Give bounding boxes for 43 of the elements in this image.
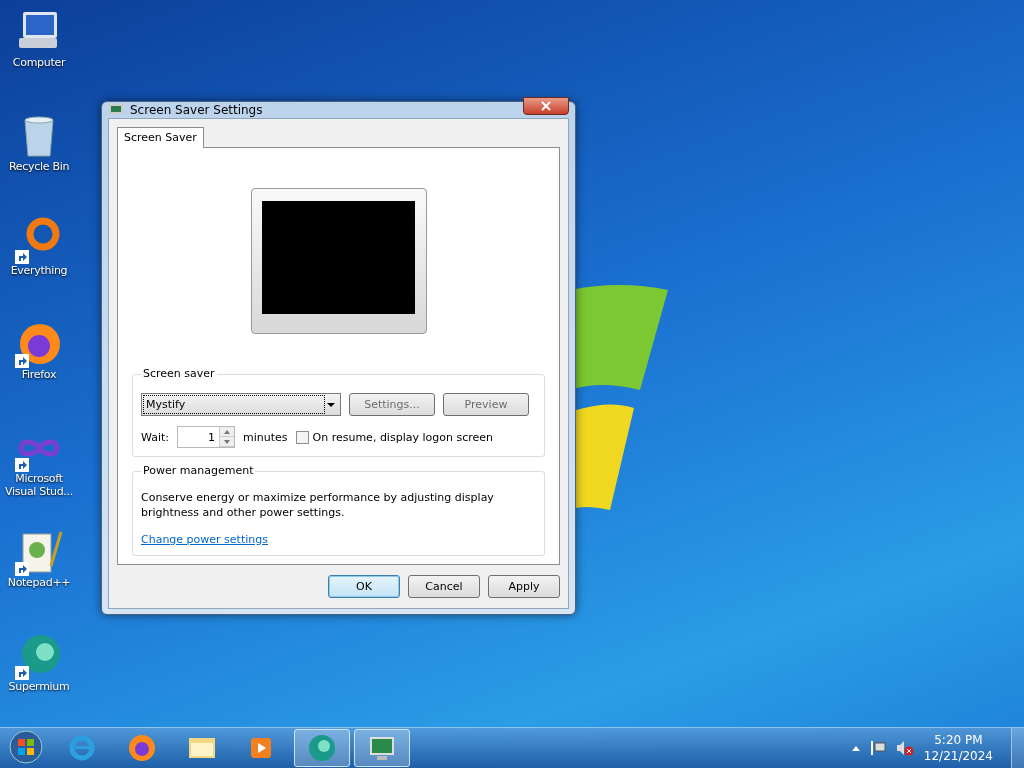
desktop-icon-label[interactable]: Firefox — [21, 368, 57, 381]
power-settings-link[interactable]: Change power settings — [141, 533, 268, 546]
network-tray-icon[interactable] — [869, 740, 886, 756]
desktop-icon-label[interactable]: Microsoft Visual Stud... — [0, 472, 78, 498]
browser-e-icon — [67, 733, 97, 763]
clock[interactable]: 5:20 PM 12/21/2024 — [923, 732, 993, 764]
group-legend: Screen saver — [141, 367, 217, 380]
group-legend: Power management — [141, 464, 256, 477]
supermium-icon — [307, 733, 337, 763]
desktop-icon-label[interactable]: Everything — [10, 264, 68, 277]
close-icon — [541, 101, 551, 111]
volume-muted-icon[interactable] — [895, 740, 914, 756]
windows-orb-icon — [8, 729, 44, 765]
dialog-button[interactable]: Apply — [488, 575, 560, 598]
settings-button[interactable]: Settings... — [349, 393, 435, 416]
taskbar-button[interactable] — [354, 729, 410, 767]
minutes-label: minutes — [243, 430, 288, 444]
up-caret-icon — [851, 745, 860, 751]
wait-spinner[interactable]: 1 — [177, 426, 235, 448]
power-description: Conserve energy or maximize performance by adjusting display brightness and other power settings. — [141, 490, 495, 520]
desktop-icon-label[interactable]: Recycle Bin — [8, 160, 70, 173]
desktop-icon-label[interactable]: Computer — [12, 56, 66, 69]
show-desktop-button[interactable] — [1011, 728, 1024, 768]
close-button[interactable] — [523, 97, 569, 115]
wait-label: Wait: — [141, 430, 169, 444]
preview-button[interactable]: Preview — [443, 393, 529, 416]
dialog-button[interactable]: OK — [328, 575, 400, 598]
dialog-button[interactable]: Cancel — [408, 575, 480, 598]
screen-saver-dropdown[interactable]: Mystify — [141, 393, 341, 416]
fox-globe-icon — [127, 733, 157, 763]
desktop-icon-label[interactable]: Supermium — [8, 680, 70, 693]
tab[interactable]: Screen Saver — [117, 127, 204, 148]
spin-down-button[interactable] — [220, 437, 234, 447]
checkbox-label: On resume, display logon screen — [312, 430, 493, 444]
desktop-icon-label[interactable]: Notepad++ — [7, 576, 71, 589]
taskbar-button[interactable] — [294, 729, 350, 767]
down-arrow-icon — [224, 439, 230, 444]
show-hidden-icons-button[interactable] — [851, 745, 860, 751]
logon-checkbox[interactable] — [295, 430, 309, 444]
spin-up-button[interactable] — [220, 427, 234, 437]
start-button[interactable] — [6, 729, 46, 767]
up-arrow-icon — [224, 429, 230, 434]
window-title: Screen Saver Settings — [130, 103, 264, 117]
